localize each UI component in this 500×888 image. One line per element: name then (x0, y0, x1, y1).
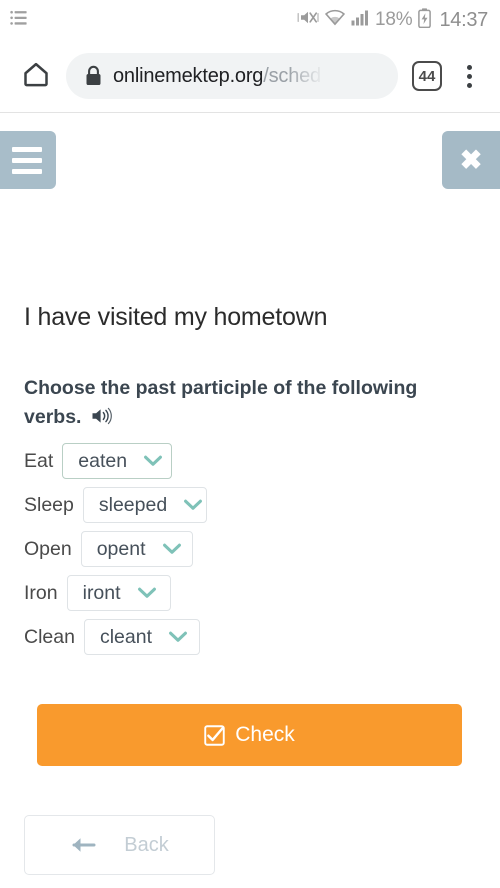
status-bar-left (10, 10, 28, 31)
verb-label: Sleep (24, 493, 74, 516)
browser-toolbar: onlinemektep.org/sched 44 (0, 40, 500, 112)
battery-percent-label: 18% (375, 9, 413, 30)
status-bar-clock: 14:37 (439, 8, 488, 31)
verb-label: Open (24, 537, 72, 560)
url-path: /sched (263, 64, 321, 87)
verb-row: Iron iront (24, 571, 207, 615)
close-button[interactable]: ✖ (442, 131, 500, 189)
address-bar[interactable]: onlinemektep.org/sched (66, 53, 398, 99)
hamburger-line-3 (12, 168, 42, 174)
back-button[interactable]: Back (24, 815, 215, 875)
kebab-dot-1 (466, 64, 472, 70)
chevron-down-icon (137, 586, 157, 600)
verb-select-value: opent (96, 537, 146, 560)
verb-row: Clean cleant (24, 615, 207, 659)
arrow-left-icon (70, 836, 96, 854)
speaker-icon[interactable] (91, 405, 113, 434)
instruction-label: Choose the past participle of the follow… (24, 377, 418, 428)
verb-row: Open opent (24, 527, 207, 571)
verb-select-value: sleeped (98, 493, 168, 516)
verb-select-clean[interactable]: cleant (83, 619, 200, 655)
verb-select-sleep[interactable]: sleeped (82, 487, 207, 523)
url-domain: onlinemektep.org (113, 64, 264, 87)
hamburger-line-2 (12, 157, 42, 163)
wifi-icon (324, 9, 346, 31)
kebab-dot-3 (466, 82, 472, 88)
list-icon (10, 10, 28, 31)
lesson-page: ✖ I have visited my hometown Choose the … (0, 113, 500, 888)
tab-switcher-button[interactable]: 44 (412, 61, 442, 91)
sidebar-toggle-button[interactable] (0, 131, 56, 189)
kebab-dot-2 (466, 73, 472, 79)
verb-select-iron[interactable]: iront (66, 575, 171, 611)
page-title: I have visited my hometown (24, 303, 328, 331)
verb-select-eat[interactable]: eaten (62, 443, 173, 479)
battery-charging-icon (418, 7, 432, 33)
verb-label: Clean (24, 625, 75, 648)
verb-select-value: eaten (78, 449, 128, 472)
instruction-text: Choose the past participle of the follow… (24, 374, 464, 434)
lock-icon (84, 65, 103, 87)
verb-label: Eat (24, 449, 54, 472)
check-button-label: Check (235, 723, 295, 746)
cell-signal-icon (351, 9, 369, 31)
chevron-down-icon (162, 542, 182, 556)
home-button[interactable] (16, 56, 56, 96)
chevron-down-icon (183, 498, 203, 512)
home-icon (21, 59, 51, 94)
verb-row: Eat eaten (24, 439, 207, 483)
verb-row: Sleep sleeped (24, 483, 207, 527)
android-status-bar: 18% 14:37 (0, 0, 500, 40)
status-bar-right: 18% 14:37 (297, 7, 488, 33)
url-text: onlinemektep.org/sched (113, 65, 321, 88)
chevron-down-icon (143, 454, 163, 468)
verb-select-open[interactable]: opent (80, 531, 193, 567)
check-button[interactable]: Check (37, 704, 462, 766)
browser-menu-button[interactable] (452, 57, 486, 95)
verb-select-value: iront (82, 581, 121, 604)
verb-label: Iron (24, 581, 58, 604)
back-button-label: Back (124, 833, 169, 856)
verb-select-value: cleant (99, 625, 152, 648)
vibrate-mute-icon (297, 8, 319, 32)
checkbox-checked-icon (204, 724, 225, 746)
close-icon: ✖ (459, 144, 483, 175)
chevron-down-icon (168, 630, 188, 644)
verb-list: Eat eaten Sleep sleeped Open opent Iron iront Cl… (24, 439, 207, 659)
hamburger-line-1 (12, 146, 42, 152)
